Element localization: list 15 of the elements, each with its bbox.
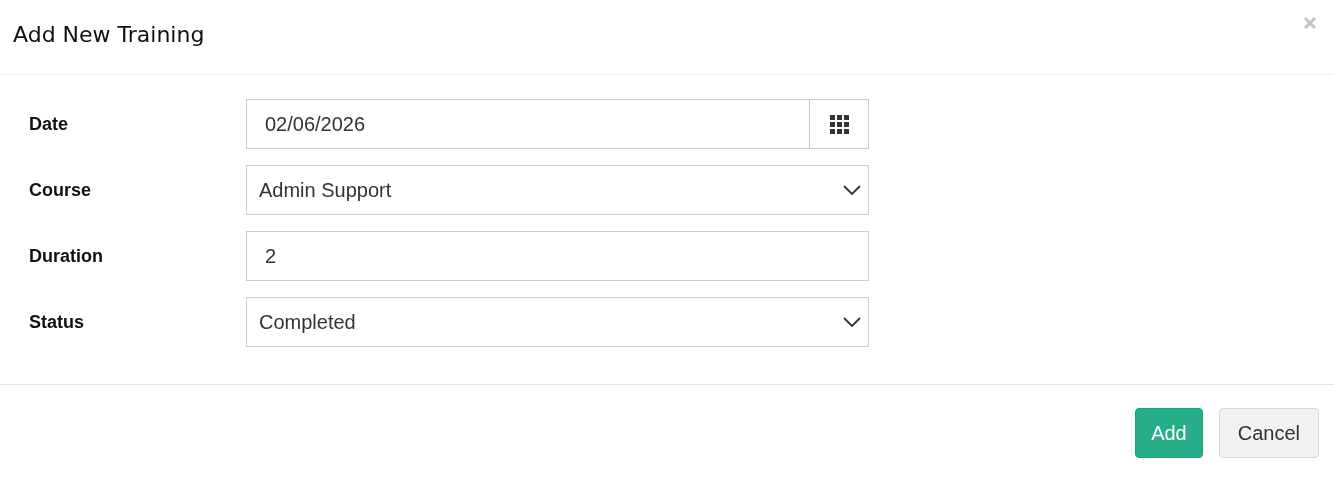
date-field[interactable]: 02/06/2026 bbox=[246, 99, 869, 149]
chevron-down-icon bbox=[843, 317, 861, 327]
cancel-button[interactable]: Cancel bbox=[1218, 408, 1319, 458]
input-field[interactable]: 2 bbox=[246, 231, 869, 281]
dialog-title: Add New Training bbox=[13, 21, 205, 47]
field-label: Duration bbox=[29, 245, 104, 267]
field-label: Course bbox=[29, 179, 92, 201]
close-button[interactable] bbox=[1301, 14, 1319, 32]
select-field[interactable]: Admin Support bbox=[246, 165, 869, 215]
close-icon bbox=[1303, 16, 1317, 30]
field-label: Date bbox=[29, 113, 69, 135]
select-field[interactable]: Completed bbox=[246, 297, 869, 347]
field-label: Status bbox=[29, 311, 85, 333]
calendar-grid-icon bbox=[829, 114, 849, 134]
chevron-down-icon bbox=[843, 185, 861, 195]
